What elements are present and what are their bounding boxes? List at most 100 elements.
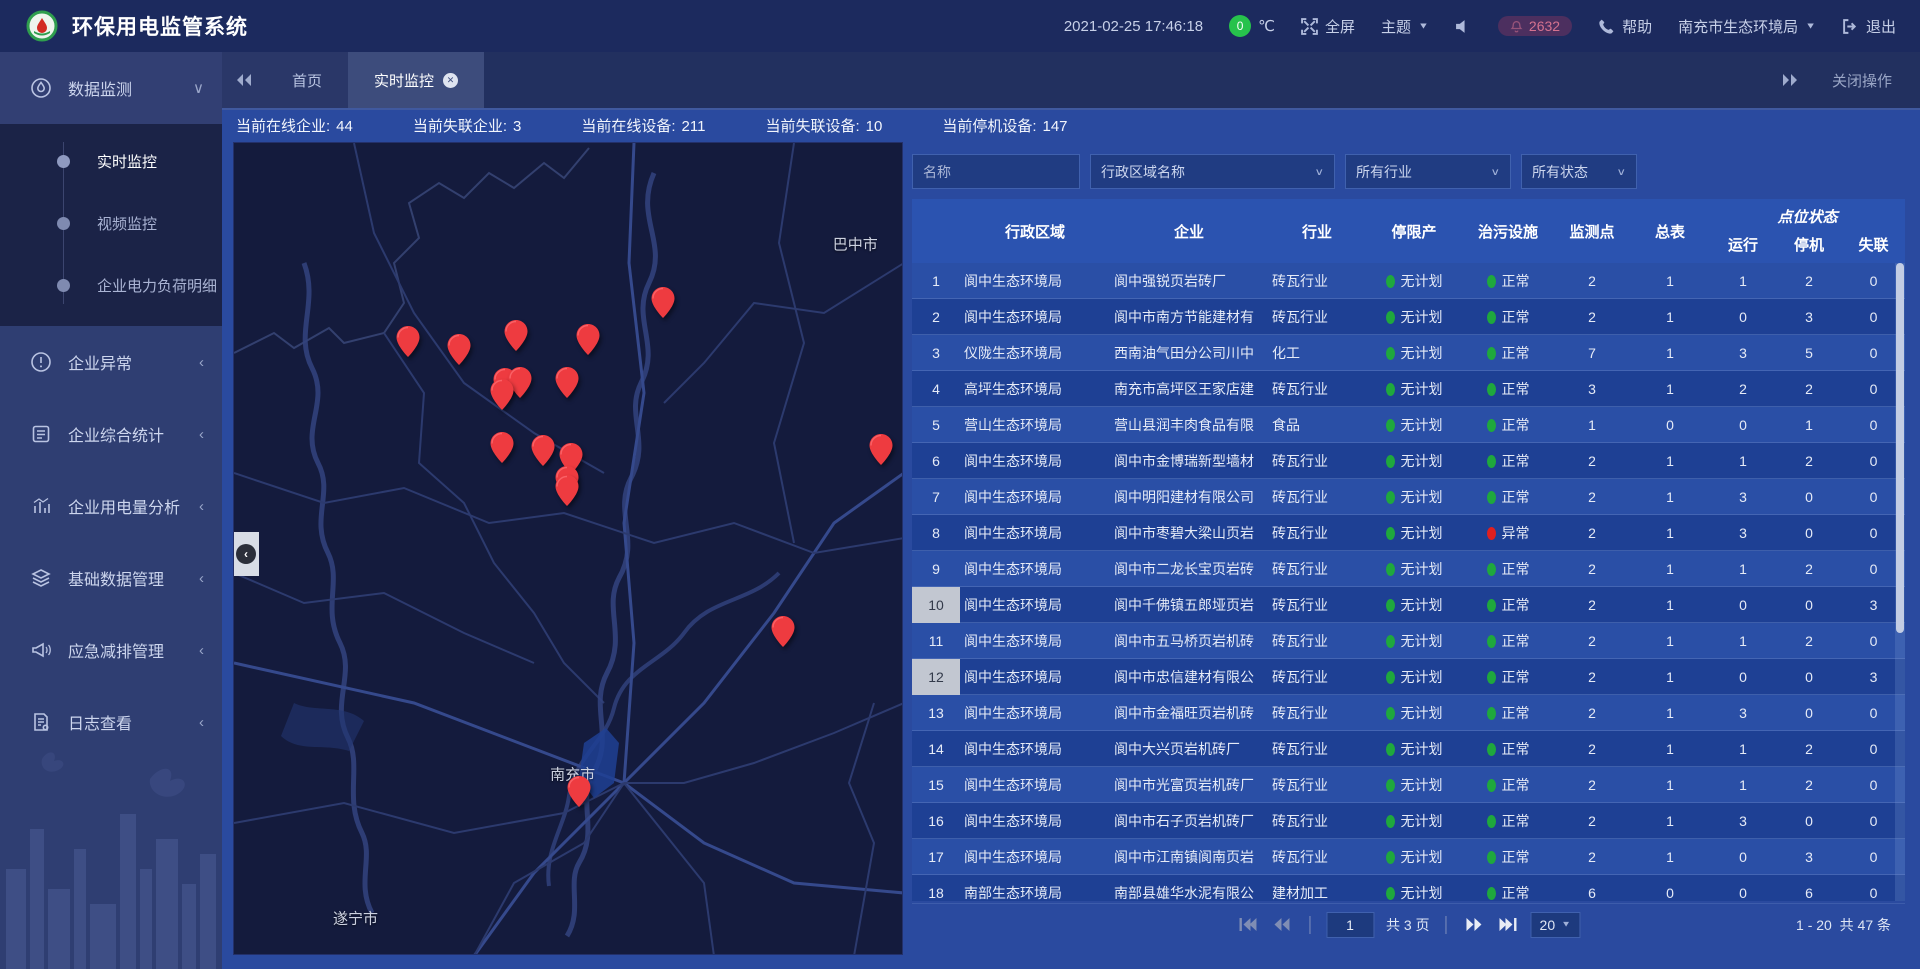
table-row[interactable]: 18 南部生态环境局 南部县雄华水泥有限公 建材加工 无计划 正常 6 0 0 bbox=[912, 875, 1905, 901]
table-row[interactable]: 4 高坪生态环境局 南充市高坪区王家店建 砖瓦行业 无计划 正常 3 1 2 bbox=[912, 371, 1905, 407]
cell-facility-status: 正常 bbox=[1462, 847, 1554, 867]
chevron-left-icon: ‹ bbox=[236, 544, 256, 564]
table-row[interactable]: 8 阆中生态环境局 阆中市枣碧大梁山页岩 砖瓦行业 无计划 异常 2 1 3 bbox=[912, 515, 1905, 551]
map-marker-pin[interactable] bbox=[556, 475, 579, 506]
close-operations-button[interactable]: 关闭操作 bbox=[1832, 70, 1892, 91]
cell-company: 阆中大兴页岩机砖厂 bbox=[1110, 739, 1268, 759]
mute-button[interactable] bbox=[1455, 18, 1472, 35]
map-panel[interactable]: 巴中市南充市遂宁市 ‹ bbox=[233, 142, 903, 955]
cell-company: 营山县润丰肉食品有限 bbox=[1110, 415, 1268, 435]
logout-button[interactable]: 退出 bbox=[1842, 16, 1896, 37]
map-marker-pin[interactable] bbox=[532, 435, 555, 466]
map-marker-pin[interactable] bbox=[567, 776, 590, 807]
cell-company: 阆中市光富页岩机砖厂 bbox=[1110, 775, 1268, 795]
map-marker-pin[interactable] bbox=[651, 287, 674, 318]
fullscreen-icon bbox=[1301, 18, 1318, 35]
table-row[interactable]: 15 阆中生态环境局 阆中市光富页岩机砖厂 砖瓦行业 无计划 正常 2 1 1 bbox=[912, 767, 1905, 803]
drop-gauge-icon bbox=[30, 77, 52, 99]
industry-filter-select[interactable]: 所有行业 ∨ bbox=[1345, 154, 1511, 189]
last-page-button[interactable] bbox=[1497, 916, 1519, 934]
sidebar-item-enterprise-abnormal[interactable]: 企业异常 ‹ bbox=[0, 326, 222, 398]
sidebar-subitem-realtime-monitor[interactable]: 实时监控 bbox=[0, 130, 222, 192]
page-size-select[interactable]: 20 ▼ bbox=[1531, 912, 1580, 938]
cell-meters: 1 bbox=[1630, 849, 1710, 865]
org-name: 南充市生态环境局 bbox=[1678, 16, 1798, 37]
tabs-scroll-right-button[interactable] bbox=[1782, 73, 1798, 87]
map-marker-pin[interactable] bbox=[396, 326, 419, 357]
cell-stop-status: 无计划 bbox=[1366, 703, 1462, 723]
sidebar-item-power-analysis[interactable]: 企业用电量分析 ‹ bbox=[0, 470, 222, 542]
map-marker-pin[interactable] bbox=[490, 432, 513, 463]
theme-dropdown[interactable]: 主题 ▼ bbox=[1381, 16, 1429, 37]
layers-icon bbox=[30, 567, 52, 589]
filter-bar: 行政区域名称 ∨ 所有行业 ∨ 所有状态 ∨ bbox=[912, 154, 1905, 189]
cell-company: 阆中市五马桥页岩机砖 bbox=[1110, 631, 1268, 651]
cell-facility-status: 正常 bbox=[1462, 739, 1554, 759]
map-marker-pin[interactable] bbox=[504, 320, 527, 351]
notification-badge[interactable]: 2632 bbox=[1498, 16, 1572, 36]
table-row[interactable]: 10 阆中生态环境局 阆中千佛镇五郎垭页岩 砖瓦行业 无计划 正常 2 1 0 bbox=[912, 587, 1905, 623]
sidebar-item-enterprise-statistics[interactable]: 企业综合统计 ‹ bbox=[0, 398, 222, 470]
sidebar-item-emergency-reduction[interactable]: 应急减排管理 ‹ bbox=[0, 614, 222, 686]
cell-run: 0 bbox=[1710, 597, 1776, 613]
table-row[interactable]: 3 仪陇生态环境局 西南油气田分公司川中 化工 无计划 正常 7 1 3 bbox=[912, 335, 1905, 371]
col-stop: 停限产 bbox=[1366, 221, 1462, 242]
table-row[interactable]: 2 阆中生态环境局 阆中市南方节能建材有 砖瓦行业 无计划 正常 2 1 0 bbox=[912, 299, 1905, 335]
cell-industry: 砖瓦行业 bbox=[1268, 271, 1366, 291]
cell-meters: 1 bbox=[1630, 633, 1710, 649]
first-page-button[interactable] bbox=[1237, 916, 1259, 934]
page-number-input[interactable]: 1 bbox=[1326, 912, 1374, 938]
row-index: 18 bbox=[912, 875, 960, 901]
table-scrollbar-thumb[interactable] bbox=[1896, 263, 1904, 633]
map-roads bbox=[234, 143, 903, 955]
table-row[interactable]: 16 阆中生态环境局 阆中市石子页岩机砖厂 砖瓦行业 无计划 正常 2 1 3 bbox=[912, 803, 1905, 839]
status-dot-icon bbox=[1487, 887, 1496, 900]
status-dot-icon bbox=[1386, 599, 1395, 612]
table-row[interactable]: 9 阆中生态环境局 阆中市二龙长宝页岩砖 砖瓦行业 无计划 正常 2 1 1 bbox=[912, 551, 1905, 587]
table-row[interactable]: 13 阆中生态环境局 阆中市金福旺页岩机砖 砖瓦行业 无计划 正常 2 1 3 bbox=[912, 695, 1905, 731]
prev-page-button[interactable] bbox=[1271, 916, 1293, 934]
map-marker-pin[interactable] bbox=[490, 379, 513, 410]
table-scrollbar[interactable] bbox=[1895, 263, 1905, 901]
logout-icon bbox=[1842, 18, 1859, 35]
table-row[interactable]: 6 阆中生态环境局 阆中市金博瑞新型墙材 砖瓦行业 无计划 正常 2 1 1 bbox=[912, 443, 1905, 479]
status-dot-icon bbox=[1386, 563, 1395, 576]
status-dot-icon bbox=[1386, 815, 1395, 828]
map-marker-pin[interactable] bbox=[448, 334, 471, 365]
cell-industry: 砖瓦行业 bbox=[1268, 703, 1366, 723]
help-button[interactable]: 帮助 bbox=[1598, 16, 1652, 37]
table-row[interactable]: 17 阆中生态环境局 阆中市江南镇阆南页岩 砖瓦行业 无计划 正常 2 1 0 bbox=[912, 839, 1905, 875]
region-filter-select[interactable]: 行政区域名称 ∨ bbox=[1090, 154, 1335, 189]
fullscreen-button[interactable]: 全屏 bbox=[1301, 16, 1355, 37]
name-filter-input[interactable] bbox=[923, 164, 1069, 180]
map-marker-pin[interactable] bbox=[772, 616, 795, 647]
status-filter-select[interactable]: 所有状态 ∨ bbox=[1521, 154, 1637, 189]
row-index: 3 bbox=[912, 335, 960, 371]
name-filter-field[interactable] bbox=[912, 154, 1080, 189]
tab-close-icon[interactable]: ✕ bbox=[443, 73, 458, 88]
map-marker-pin[interactable] bbox=[869, 434, 892, 465]
table-row[interactable]: 12 阆中生态环境局 阆中市忠信建材有限公 砖瓦行业 无计划 正常 2 1 0 bbox=[912, 659, 1905, 695]
table-row[interactable]: 1 阆中生态环境局 阆中强锐页岩砖厂 砖瓦行业 无计划 正常 2 1 1 bbox=[912, 263, 1905, 299]
tab-home[interactable]: 首页 bbox=[266, 52, 348, 108]
map-collapse-button[interactable]: ‹ bbox=[233, 532, 259, 576]
tabs-scroll-left-button[interactable] bbox=[222, 52, 266, 108]
sidebar-subitem-video-monitor[interactable]: 视频监控 bbox=[0, 192, 222, 254]
sidebar: 数据监测 ∨ 实时监控 视频监控 企业电力负荷明细 企业异常 ‹ bbox=[0, 52, 222, 969]
temperature-badge: 0 bbox=[1229, 15, 1251, 37]
cell-stop-status: 无计划 bbox=[1366, 883, 1462, 901]
next-page-button[interactable] bbox=[1463, 916, 1485, 934]
table-row[interactable]: 11 阆中生态环境局 阆中市五马桥页岩机砖 砖瓦行业 无计划 正常 2 1 1 bbox=[912, 623, 1905, 659]
org-dropdown[interactable]: 南充市生态环境局 ▼ bbox=[1678, 16, 1816, 37]
map-marker-pin[interactable] bbox=[577, 324, 600, 355]
sidebar-item-base-data[interactable]: 基础数据管理 ‹ bbox=[0, 542, 222, 614]
cell-industry: 化工 bbox=[1268, 343, 1366, 363]
table-row[interactable]: 14 阆中生态环境局 阆中大兴页岩机砖厂 砖瓦行业 无计划 正常 2 1 1 bbox=[912, 731, 1905, 767]
sidebar-item-data-monitoring[interactable]: 数据监测 ∨ bbox=[0, 52, 222, 124]
tab-realtime-monitor[interactable]: 实时监控 ✕ bbox=[348, 52, 484, 108]
pagination-bar: 1 共 3 页 20 ▼ 1 - 20 共 47 条 bbox=[912, 903, 1905, 945]
map-marker-pin[interactable] bbox=[556, 367, 579, 398]
table-row[interactable]: 5 营山生态环境局 营山县润丰肉食品有限 食品 无计划 正常 1 0 0 bbox=[912, 407, 1905, 443]
table-row[interactable]: 7 阆中生态环境局 阆中明阳建材有限公司 砖瓦行业 无计划 正常 2 1 3 bbox=[912, 479, 1905, 515]
sidebar-subitem-power-load-detail[interactable]: 企业电力负荷明细 bbox=[0, 254, 222, 316]
